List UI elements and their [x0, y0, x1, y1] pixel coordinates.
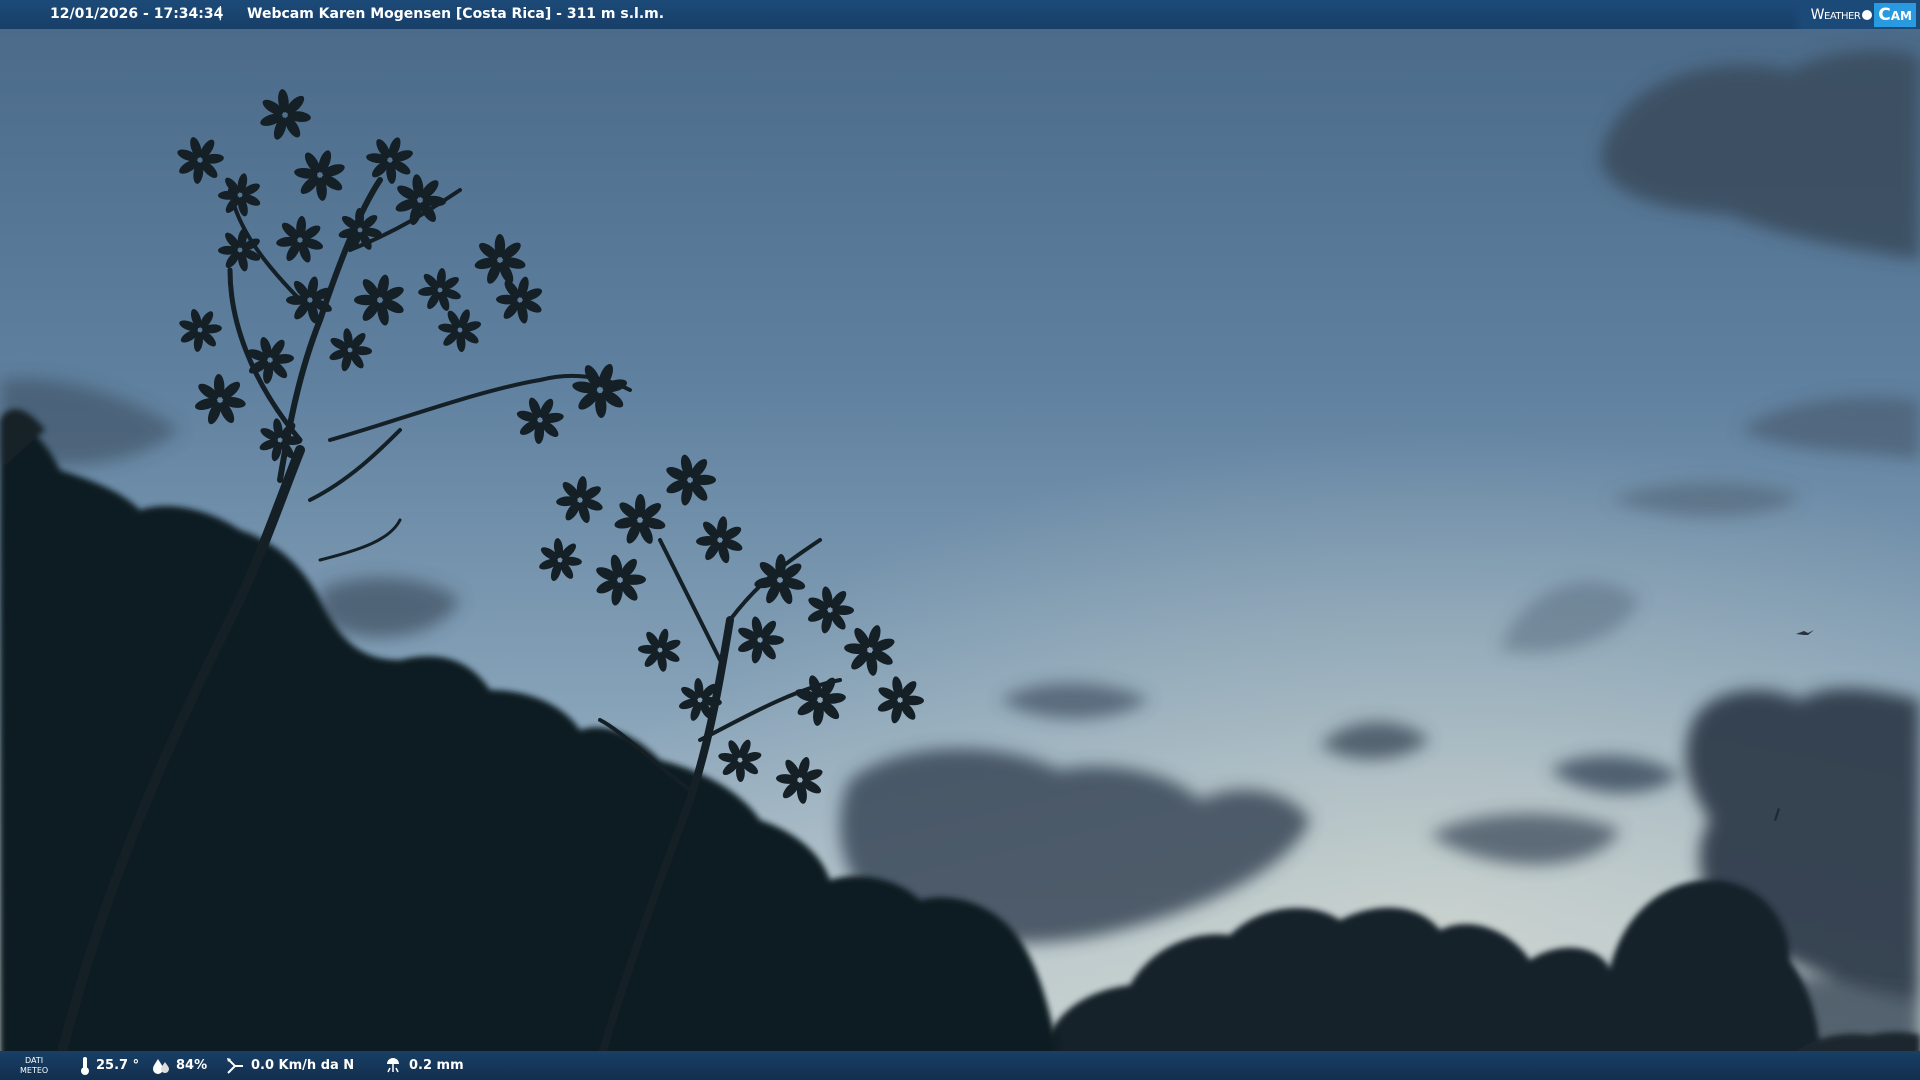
webcam-view: 12/01/2026 - 17:34:34 | Webcam Karen Mog…	[0, 0, 1920, 1080]
header-separator: |	[218, 5, 223, 21]
webcam-header-bar: 12/01/2026 - 17:34:34 | Webcam Karen Mog…	[0, 0, 1920, 29]
wind-readout: 0.0 Km/h da N	[225, 1051, 354, 1080]
weather-label: DATI METEO	[20, 1051, 48, 1080]
wind-value: 0.0 Km/h da N	[251, 1058, 355, 1073]
temperature-value: 25.7 °	[96, 1058, 140, 1073]
webcam-title: Webcam Karen Mogensen [Costa Rica] - 311…	[247, 6, 665, 22]
humidity-value: 84%	[176, 1058, 208, 1073]
logo-cam-text: Cam	[1874, 2, 1916, 27]
weather-label-line2: METEO	[20, 1065, 49, 1075]
rain-gauge-icon	[387, 1057, 399, 1072]
rain-readout: 0.2 mm	[383, 1051, 464, 1080]
humidity-drops-icon	[153, 1058, 169, 1074]
weather-data-bar: DATI METEO 25.7 ° 84% 0.0 Km/h da N 0.2 …	[0, 1051, 1920, 1080]
wind-vane-icon	[227, 1057, 243, 1074]
logo-weather-text: Weather	[1810, 6, 1861, 23]
rain-value: 0.2 mm	[409, 1058, 464, 1073]
webcam-image	[0, 0, 1920, 1080]
temperature-readout: 25.7 °	[80, 1051, 139, 1080]
thermometer-icon	[81, 1056, 89, 1075]
weathercam-logo: Weather Cam	[1790, 0, 1920, 29]
logo-dot-icon	[1862, 9, 1873, 20]
weather-label-line1: DATI	[25, 1055, 44, 1065]
timestamp: 12/01/2026 - 17:34:34	[50, 6, 224, 22]
humidity-readout: 84%	[152, 1051, 207, 1080]
